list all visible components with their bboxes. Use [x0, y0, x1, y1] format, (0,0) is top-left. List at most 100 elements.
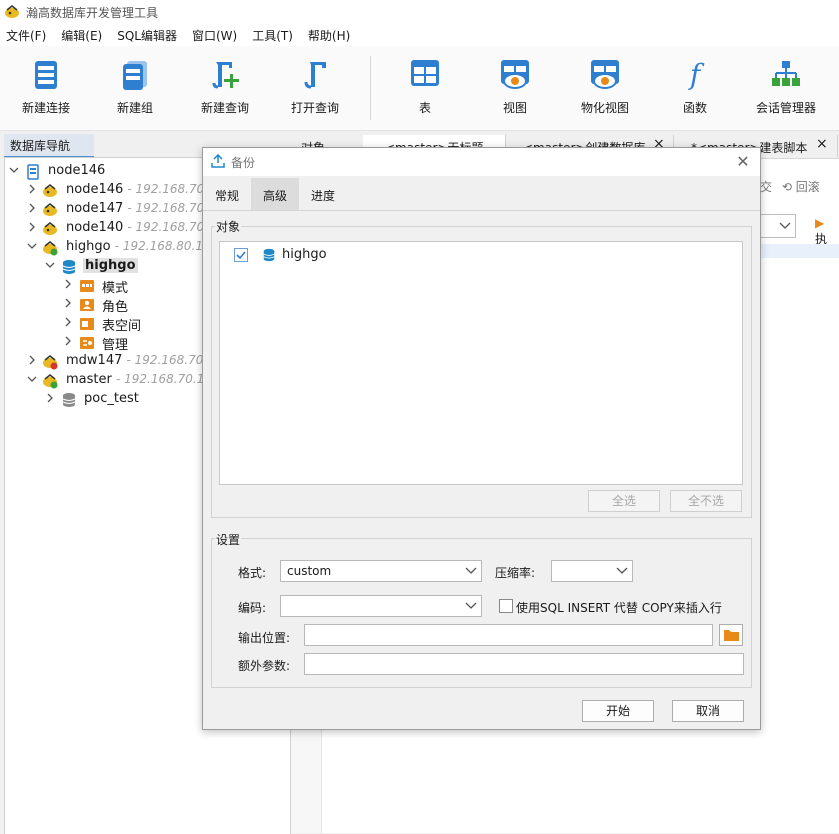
open-query-icon — [304, 62, 326, 89]
title-bar: 瀚高数据库开发管理工具 — [0, 0, 839, 24]
table-button[interactable]: 表 — [395, 46, 455, 130]
chevron-down-icon[interactable] — [27, 241, 37, 251]
connection-error-icon — [43, 355, 58, 370]
main-toolbar: 新建连接 新建组 新建查询 打开查询 表 视图 物化视图 f 函数 会话管理器 — [0, 46, 839, 131]
output-path-input[interactable] — [304, 624, 713, 646]
tab-general[interactable]: 常规 — [205, 178, 251, 210]
server-icon — [35, 61, 57, 89]
extra-params-label: 额外参数: — [238, 659, 291, 673]
server-group-icon — [123, 61, 147, 90]
chevron-down-icon — [779, 222, 791, 229]
chevron-right-icon[interactable] — [63, 336, 73, 346]
schema-icon — [80, 280, 94, 292]
cancel-button[interactable]: 取消 — [672, 700, 744, 722]
folder-icon — [724, 630, 739, 641]
objects-group-label: 对象 — [215, 218, 242, 235]
settings-group-label: 设置 — [215, 531, 242, 548]
tablespace-icon — [80, 318, 94, 330]
select-all-button[interactable]: 全选 — [588, 490, 660, 512]
rollback-button[interactable]: ⟲ 回滚 — [782, 180, 820, 194]
new-query-button[interactable]: 新建查询 — [190, 46, 260, 130]
upload-icon — [211, 154, 225, 168]
view-icon — [501, 60, 529, 89]
new-connection-button[interactable]: 新建连接 — [10, 46, 82, 130]
objects-list: highgo — [219, 241, 743, 485]
close-icon[interactable]: ✕ — [734, 152, 752, 171]
dialog-title: 备份 — [231, 156, 256, 170]
svg-text:f: f — [688, 60, 705, 90]
connection-icon — [43, 203, 57, 216]
start-button[interactable]: 开始 — [582, 700, 654, 722]
chevron-right-icon[interactable] — [27, 222, 37, 232]
close-icon[interactable]: × — [816, 136, 828, 152]
function-button[interactable]: f 函数 — [665, 46, 725, 130]
roles-icon — [80, 299, 94, 311]
tab-advanced[interactable]: 高级 — [251, 178, 299, 210]
encoding-select[interactable] — [280, 595, 482, 617]
backup-dialog: 备份 ✕ 常规 高级 进度 对象 highgo 全选 全不选 设置 格式: cu… — [202, 147, 761, 730]
chevron-down-icon — [616, 567, 628, 574]
output-label: 输出位置: — [238, 631, 291, 645]
server-icon — [27, 164, 39, 180]
tab-progress[interactable]: 进度 — [299, 178, 345, 210]
materialized-view-icon — [591, 60, 619, 89]
database-inactive-icon — [62, 393, 76, 407]
object-checkbox[interactable] — [234, 248, 248, 262]
chevron-down-icon — [465, 567, 477, 574]
chevron-down-icon[interactable] — [45, 260, 55, 270]
new-group-button[interactable]: 新建组 — [100, 46, 170, 130]
menu-sql-editor[interactable]: SQL编辑器 — [117, 24, 177, 46]
chevron-right-icon[interactable] — [63, 298, 73, 308]
play-icon: ▶ — [815, 216, 825, 230]
browse-folder-button[interactable] — [719, 624, 743, 646]
commit-button[interactable]: 交 — [760, 180, 772, 194]
insert-option-label: 使用SQL INSERT 代替 COPY来插入行 — [516, 601, 722, 615]
menu-help[interactable]: 帮助(H) — [308, 24, 350, 46]
compression-label: 压缩率: — [495, 566, 536, 580]
database-icon — [263, 248, 275, 262]
format-select[interactable]: custom — [280, 560, 482, 582]
open-query-button[interactable]: 打开查询 — [280, 46, 350, 130]
database-icon — [62, 260, 76, 274]
format-label: 格式: — [238, 566, 267, 580]
menu-tools[interactable]: 工具(T) — [252, 24, 293, 46]
management-icon — [80, 337, 94, 349]
table-icon — [411, 60, 439, 86]
app-logo-icon — [5, 5, 19, 18]
encoding-label: 编码: — [238, 601, 267, 615]
chevron-right-icon[interactable] — [27, 355, 37, 365]
chevron-down-icon[interactable] — [9, 165, 19, 175]
connection-icon — [43, 222, 57, 235]
menu-window[interactable]: 窗口(W) — [192, 24, 237, 46]
chevron-right-icon[interactable] — [27, 184, 37, 194]
menu-bar: 文件(F) 编辑(E) SQL编辑器 窗口(W) 工具(T) 帮助(H) — [0, 24, 839, 46]
chevron-right-icon[interactable] — [27, 203, 37, 213]
run-button[interactable]: ▶ 执 — [815, 216, 839, 247]
materialized-view-button[interactable]: 物化视图 — [572, 46, 638, 130]
session-manager-button[interactable]: 会话管理器 — [748, 46, 824, 130]
view-button[interactable]: 视图 — [485, 46, 545, 130]
connected-icon — [43, 374, 58, 389]
menu-edit[interactable]: 编辑(E) — [61, 24, 102, 46]
deselect-all-button[interactable]: 全不选 — [670, 490, 742, 512]
menu-file[interactable]: 文件(F) — [6, 24, 46, 46]
editor-current-line — [748, 244, 839, 258]
editor-actions: 交 ⟲ 回滚 — [760, 178, 820, 195]
chevron-right-icon[interactable] — [45, 393, 55, 403]
connection-icon — [43, 184, 57, 197]
extra-params-input[interactable] — [304, 653, 744, 675]
chevron-down-icon[interactable] — [27, 374, 37, 384]
chevron-right-icon[interactable] — [63, 317, 73, 327]
compression-select[interactable] — [551, 560, 633, 582]
chevron-down-icon — [465, 602, 477, 609]
tab-database-navigator[interactable]: 数据库导航 — [4, 134, 94, 158]
dialog-title-bar: 备份 ✕ — [203, 148, 760, 176]
function-icon: f — [688, 60, 705, 90]
session-tree-icon — [772, 61, 800, 86]
insert-option-checkbox[interactable] — [499, 599, 513, 613]
chevron-right-icon[interactable] — [63, 279, 73, 289]
connected-icon — [43, 241, 58, 256]
toolbar-separator — [370, 56, 371, 120]
dialog-tabs: 常规 高级 进度 — [203, 178, 760, 211]
app-title: 瀚高数据库开发管理工具 — [26, 6, 159, 20]
